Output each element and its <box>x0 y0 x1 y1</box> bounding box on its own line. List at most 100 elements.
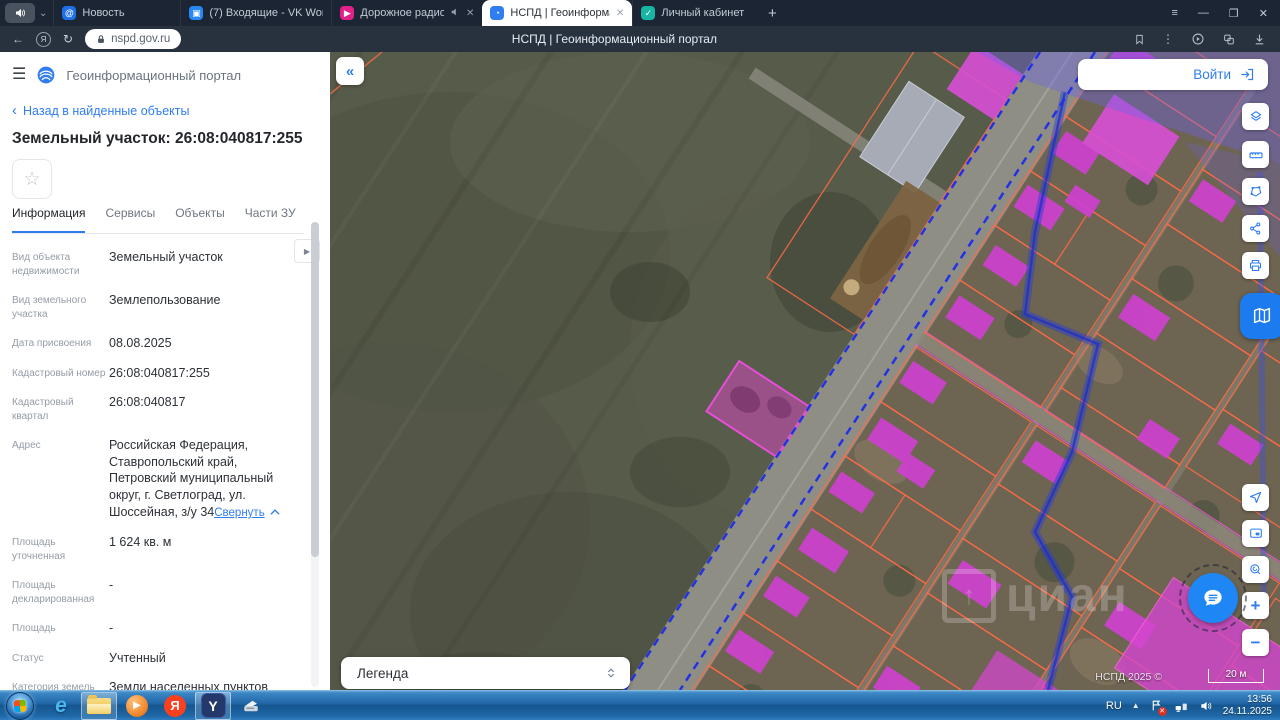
panel-scrollbar[interactable] <box>311 222 319 687</box>
panel-tab-части зу[interactable]: Части ЗУ <box>245 206 296 233</box>
browser-tab[interactable]: @ Новость <box>53 0 180 26</box>
layers-button[interactable] <box>1242 103 1269 130</box>
locate-button[interactable] <box>1242 484 1269 511</box>
search-area-icon <box>1250 564 1261 575</box>
back-to-results-link[interactable]: ‹ Назад в найденные объекты <box>12 102 304 119</box>
taskbar-item-explorer[interactable] <box>81 691 117 720</box>
panel-tab-информация[interactable]: Информация <box>12 206 86 233</box>
refresh-icon[interactable]: ↻ <box>63 32 73 46</box>
area-select-button[interactable] <box>1242 178 1269 205</box>
restore-icon[interactable]: ❐ <box>1229 7 1239 20</box>
yandex-badge-icon[interactable]: Я <box>36 31 51 47</box>
close-icon[interactable]: ✕ <box>1259 7 1268 20</box>
field-value: Учтенный <box>109 650 166 665</box>
url-field[interactable]: nspd.gov.ru <box>85 29 182 49</box>
login-button[interactable]: Войти <box>1078 59 1268 90</box>
speaker-icon <box>16 9 25 17</box>
zoom-out-button[interactable]: − <box>1242 629 1269 656</box>
tray-expand-icon[interactable]: ▲ <box>1132 701 1140 710</box>
tab-audio-chevron[interactable]: ⌄ <box>39 8 47 19</box>
tab-label: Новость <box>82 7 125 19</box>
scale-label: 20 м <box>1225 669 1247 680</box>
browser-tabs: @ Новость ▣ (7) Входящие - VK WorkM ▶ Дорожно… <box>53 0 759 26</box>
field-row: Вид земельного участка Землепользование <box>12 292 304 322</box>
minimize-icon[interactable]: — <box>1198 7 1209 20</box>
taskbar-item-yandex-browser[interactable]: Y <box>195 691 231 720</box>
bookmark-icon[interactable] <box>1134 33 1145 46</box>
field-value: 26:08:040817:255 <box>109 365 210 380</box>
tab-favicon: @ <box>62 6 77 20</box>
print-button[interactable] <box>1242 252 1269 279</box>
measure-button[interactable] <box>1242 141 1269 168</box>
taskbar-item-scanner[interactable] <box>233 692 269 720</box>
search-area-button[interactable] <box>1242 556 1269 583</box>
taskbar-item-media-player[interactable]: ▶ <box>119 692 155 720</box>
login-icon <box>1241 68 1254 81</box>
legend-bar[interactable]: Легенда <box>341 657 630 689</box>
chat-bubble-icon <box>1204 589 1222 606</box>
minimap-button[interactable] <box>1242 520 1269 547</box>
map-docs-icon <box>1253 307 1271 324</box>
lock-icon <box>98 34 104 43</box>
address-bar-actions: ⋮ <box>1134 32 1280 46</box>
tab-audio-button[interactable] <box>5 3 35 23</box>
media-stream-icon[interactable] <box>1191 32 1205 46</box>
favorite-button[interactable]: ☆ <box>12 159 52 199</box>
chat-fab[interactable] <box>1179 564 1247 632</box>
network-icon[interactable] <box>1174 699 1189 713</box>
scanner-icon <box>244 700 258 711</box>
tab-audio-icon[interactable] <box>450 7 460 20</box>
portal-logo <box>38 66 55 84</box>
satellite-map <box>330 52 1280 690</box>
start-button[interactable] <box>6 691 34 720</box>
field-value: Земли населенных пунктов <box>109 680 268 690</box>
field-label: Вид земельного участка <box>12 295 87 320</box>
more-options-icon[interactable]: ⋮ <box>1162 32 1174 46</box>
portal-title: Геоинформационный портал <box>66 67 242 83</box>
address-bar: ← Я ↻ nspd.gov.ru НСПД | Геоинформационн… <box>0 26 1280 52</box>
menu-burger-icon[interactable]: ☰ <box>12 67 26 83</box>
volume-icon[interactable] <box>1199 699 1213 713</box>
map-canvas[interactable]: ↑ циан « Войти + − Легенда НСПД 2025 © 2… <box>330 52 1280 690</box>
download-icon[interactable] <box>1253 33 1266 46</box>
language-indicator[interactable]: RU <box>1106 700 1122 712</box>
field-label: Адрес <box>12 440 41 451</box>
documents-button[interactable] <box>1240 293 1280 339</box>
field-label: Кадастровый номер <box>12 367 106 379</box>
browser-menu-icon[interactable]: ≡ <box>1171 7 1177 20</box>
field-value: 1 624 кв. м <box>109 535 172 550</box>
new-tab-button[interactable]: + <box>759 5 785 22</box>
panel-tab-сервисы[interactable]: Сервисы <box>105 206 155 233</box>
back-link-label: Назад в найденные объекты <box>23 103 190 118</box>
login-label: Войти <box>1193 67 1231 82</box>
object-heading: Земельный участок: 26:08:040817:255 <box>12 130 303 147</box>
tab-close-icon[interactable]: ✕ <box>616 8 624 19</box>
panel-collapse-button[interactable]: « <box>336 57 364 85</box>
layers-icon <box>1250 110 1261 121</box>
back-icon[interactable]: ← <box>12 32 24 46</box>
internet-explorer-icon: e <box>55 693 67 717</box>
collections-icon[interactable] <box>1222 33 1236 46</box>
browser-tab[interactable]: ◔ НСПД | Геоинформаци ✕ <box>482 0 633 26</box>
field-row: Кадастровый номер 26:08:040817:255 <box>12 365 304 382</box>
collapse-icon: « <box>345 62 355 80</box>
taskbar-item-yandex[interactable]: Я <box>157 692 193 720</box>
panel-tab-объекты[interactable]: Объекты <box>175 206 225 233</box>
browser-tab[interactable]: ▣ (7) Входящие - VK WorkM <box>180 0 331 26</box>
action-center-icon[interactable]: ✕ <box>1150 698 1167 716</box>
alert-badge: ✕ <box>1157 706 1167 716</box>
scrollbar-thumb[interactable] <box>311 222 319 557</box>
field-value: Землепользование <box>109 293 221 307</box>
field-value: 08.08.2025 <box>109 336 172 350</box>
collapse-address-link[interactable]: Свернуть <box>214 506 280 521</box>
field-value: - <box>109 578 114 593</box>
clock[interactable]: 13:56 24.11.2025 <box>1223 694 1272 718</box>
browser-tabstrip: ⌄ @ Новость ▣ (7) Входящие - VK WorkM ▶ Дорож… <box>0 0 1280 26</box>
browser-tab[interactable]: ✓ Личный кабинет <box>632 0 759 26</box>
share-button[interactable] <box>1242 215 1269 242</box>
taskbar-item-internet-explorer[interactable]: e <box>43 692 79 720</box>
browser-tab[interactable]: ▶ Дорожное радио — ✕ <box>331 0 482 26</box>
tab-close-icon[interactable]: ✕ <box>466 8 474 19</box>
system-tray: RU ▲ ✕ 13:56 24.11.2025 <box>1106 694 1280 718</box>
tab-label: (7) Входящие - VK WorkM <box>209 7 323 19</box>
